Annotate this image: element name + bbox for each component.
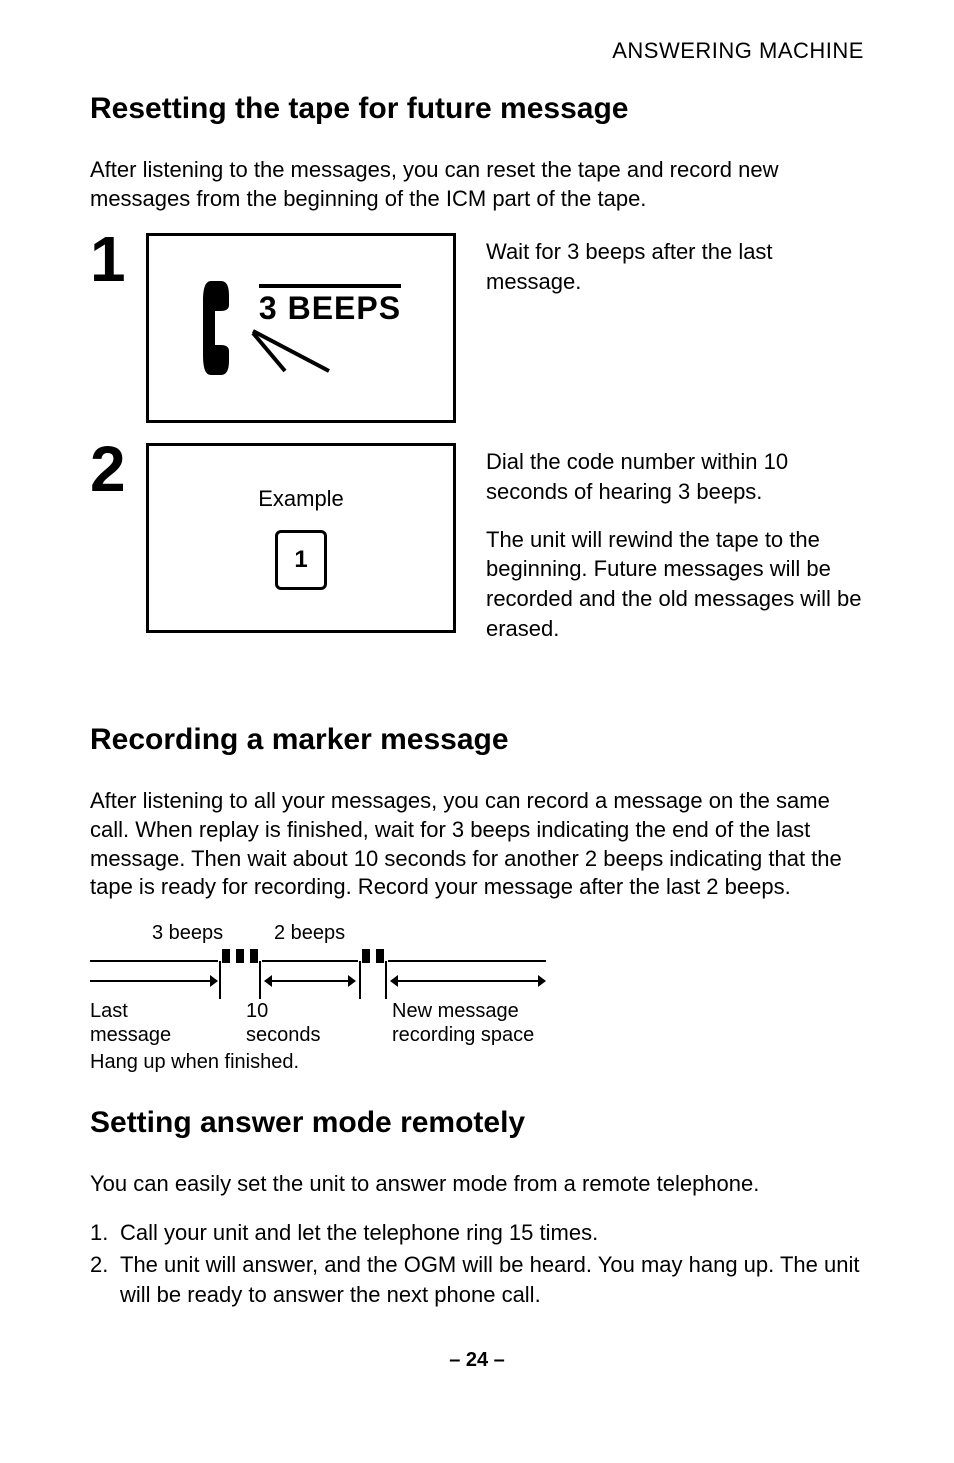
text-line: recording space bbox=[392, 1023, 534, 1047]
text-line: New message bbox=[392, 999, 534, 1023]
tape-timeline-icon bbox=[90, 945, 550, 1001]
speech-lines-icon bbox=[243, 327, 333, 373]
diagram-label-ten-seconds: 10 seconds bbox=[246, 999, 372, 1047]
steps-container: 1 3 BEEPS bbox=[90, 233, 864, 643]
diagram-label-3beeps: 3 beeps bbox=[152, 922, 262, 945]
diagram-hangup-note: Hang up when finished. bbox=[90, 1051, 550, 1074]
example-stack: Example 1 bbox=[258, 486, 344, 590]
speech-bubble-icon: 3 BEEPS bbox=[253, 284, 401, 373]
section-title-reset: Resetting the tape for future message bbox=[90, 92, 864, 126]
step-text-line: Dial the code number within 10 seconds o… bbox=[486, 447, 864, 506]
step-text: Dial the code number within 10 seconds o… bbox=[486, 443, 864, 643]
list-text: The unit will answer, and the OGM will b… bbox=[120, 1250, 864, 1309]
diagram-label-2beeps: 2 beeps bbox=[274, 922, 345, 945]
numbered-list: 1. Call your unit and let the telephone … bbox=[90, 1218, 864, 1309]
step-1: 1 3 BEEPS bbox=[90, 233, 864, 423]
list-text: Call your unit and let the telephone rin… bbox=[120, 1218, 598, 1248]
list-item: 2. The unit will answer, and the OGM wil… bbox=[90, 1250, 864, 1309]
section-intro-remote: You can easily set the unit to answer mo… bbox=[90, 1170, 864, 1199]
beeps-label: 3 BEEPS bbox=[259, 284, 401, 327]
section-title-marker: Recording a marker message bbox=[90, 723, 864, 757]
phone-speech-illustration: 3 BEEPS bbox=[201, 273, 401, 383]
phone-handset-icon bbox=[201, 273, 247, 383]
tape-diagram: 3 beeps 2 beeps bbox=[90, 922, 550, 1074]
text-line: Last bbox=[90, 999, 208, 1023]
text-line: seconds bbox=[246, 1023, 372, 1047]
step-number: 2 bbox=[90, 437, 140, 501]
step-illustration-box: 3 BEEPS bbox=[146, 233, 456, 423]
diagram-label-last-message: Last message bbox=[90, 999, 208, 1047]
section-intro-reset: After listening to the messages, you can… bbox=[90, 156, 864, 213]
step-text: Wait for 3 beeps after the last message. bbox=[486, 233, 864, 296]
list-item: 1. Call your unit and let the telephone … bbox=[90, 1218, 864, 1248]
step-text-line: The unit will rewind the tape to the beg… bbox=[486, 525, 864, 644]
diagram-label-new-message: New message recording space bbox=[392, 999, 534, 1047]
section-title-remote: Setting answer mode remotely bbox=[90, 1106, 864, 1140]
text-line: message bbox=[90, 1023, 208, 1047]
keypad-key-icon: 1 bbox=[275, 530, 327, 590]
page-header: ANSWERING MACHINE bbox=[90, 38, 864, 64]
step-illustration-box: Example 1 bbox=[146, 443, 456, 633]
example-label: Example bbox=[258, 486, 344, 512]
section-body-marker: After listening to all your messages, yo… bbox=[90, 787, 864, 901]
page: ANSWERING MACHINE Resetting the tape for… bbox=[0, 0, 954, 1463]
list-number: 1. bbox=[90, 1218, 120, 1248]
step-2: 2 Example 1 Dial the code number within … bbox=[90, 443, 864, 643]
page-number: – 24 – bbox=[90, 1349, 864, 1372]
text-line: 10 bbox=[246, 999, 372, 1023]
list-number: 2. bbox=[90, 1250, 120, 1309]
step-number: 1 bbox=[90, 227, 140, 291]
